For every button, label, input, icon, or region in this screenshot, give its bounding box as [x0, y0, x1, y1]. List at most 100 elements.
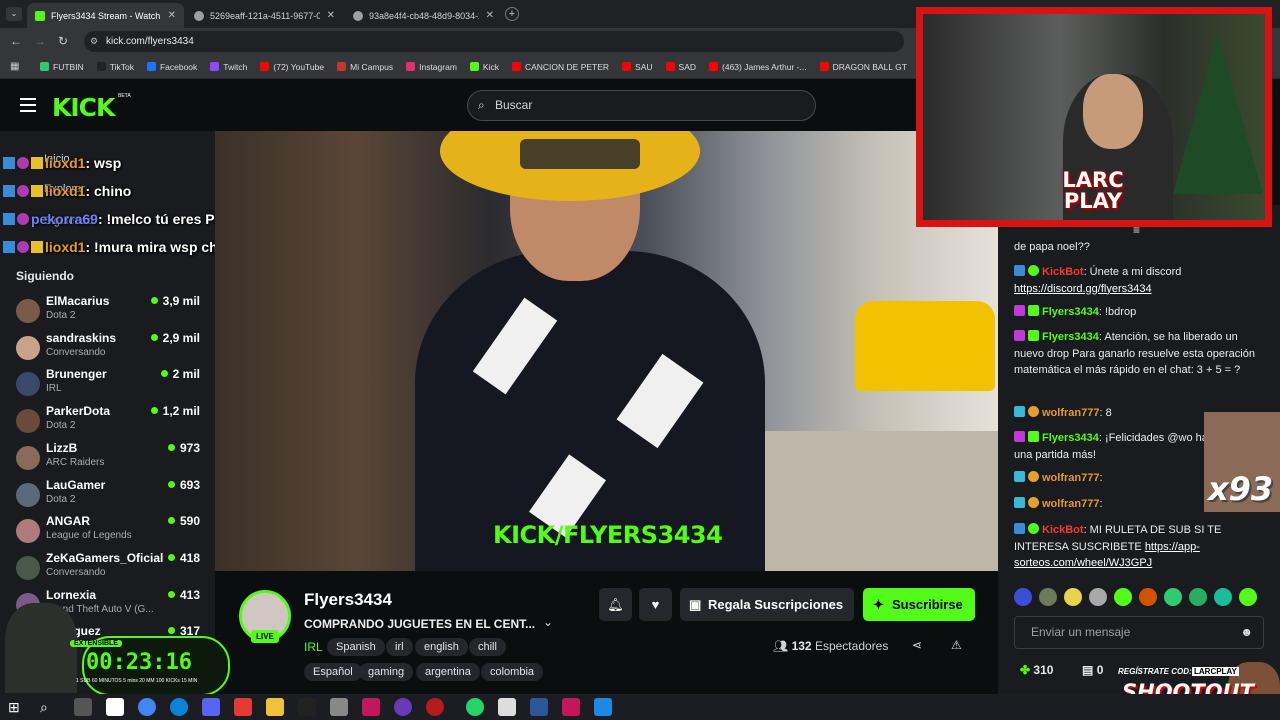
bookmark-item[interactable]: Kick [469, 62, 499, 72]
site-info-icon[interactable]: ⚙ [90, 31, 98, 52]
subscribe-button[interactable]: ✦ Suscribirse [863, 588, 975, 621]
followed-channel[interactable]: LauGamer Dota 2 693 [16, 478, 206, 514]
kick-logo[interactable]: KICK [52, 93, 115, 122]
emote-icon[interactable] [1214, 588, 1232, 606]
word-icon[interactable] [530, 698, 548, 716]
followed-channel[interactable]: Brunenger IRL 2 mil [16, 367, 206, 403]
gift-subscriptions-button[interactable]: ▣ Regala Suscripciones [680, 588, 854, 621]
chat-username[interactable]: Flyers3434 [1042, 306, 1099, 318]
emote-icon[interactable] [1164, 588, 1182, 606]
followed-channel[interactable]: ParkerDota Dota 2 1,2 mil [16, 404, 206, 440]
followed-channel[interactable]: sandraskins Conversando 2,9 mil [16, 331, 206, 367]
emote-icon[interactable] [1089, 588, 1107, 606]
search-input[interactable]: ⌕ Buscar [467, 90, 816, 121]
overlay-chat-user: lioxd1 [45, 183, 86, 199]
emote-icon[interactable] [1064, 588, 1082, 606]
chat-username[interactable]: wolfran777 [1042, 407, 1099, 419]
close-tab-icon[interactable]: ✕ [168, 10, 176, 21]
share-icon[interactable]: ⋖ [912, 638, 922, 652]
bookmark-item[interactable]: TikTok [96, 62, 134, 72]
windows-start-icon[interactable]: ⊞ [8, 698, 26, 716]
address-bar[interactable]: ⚙ kick.com/flyers3434 [84, 31, 904, 52]
streamer-name[interactable]: Flyers3434 [304, 590, 392, 610]
tag[interactable]: chill [469, 638, 506, 656]
bookmark-item[interactable]: (72) YouTube [260, 62, 324, 72]
bookmark-item[interactable]: SAU [622, 62, 653, 72]
chat-username[interactable]: wolfran777 [1042, 472, 1099, 484]
bookmark-item[interactable]: CANCION DE PETER [511, 62, 609, 72]
bookmark-item[interactable]: (463) James Arthur -... [709, 62, 807, 72]
app-icon[interactable] [594, 698, 612, 716]
edge-icon[interactable] [170, 698, 188, 716]
tag[interactable]: irl [386, 638, 413, 656]
whatsapp-icon[interactable] [466, 698, 484, 716]
channel-points[interactable]: ✤ 310 [1020, 663, 1053, 677]
emote-icon[interactable] [1139, 588, 1157, 606]
chat-username[interactable]: wolfran777 [1042, 498, 1099, 510]
close-tab-icon[interactable]: ✕ [486, 10, 494, 21]
tab-3[interactable]: 93a8e4f4-cb48-48d9-8034-23 ✕ [345, 3, 502, 28]
emote-icon[interactable] [1014, 588, 1032, 606]
video-player[interactable]: KICK/FLYERS3434 [215, 131, 998, 571]
task-view-icon[interactable] [74, 698, 92, 716]
tag[interactable]: Spanish [327, 638, 385, 656]
notification-bell-button[interactable]: 🔔︎ [599, 588, 632, 621]
bookmark-item[interactable]: DRAGON BALL GT [819, 62, 907, 72]
app-icon[interactable] [106, 698, 124, 716]
emote-icon[interactable] [1114, 588, 1132, 606]
emote-icon[interactable] [1189, 588, 1207, 606]
chat-username[interactable]: Flyers3434 [1042, 331, 1099, 343]
emote-icon[interactable] [1039, 588, 1057, 606]
chat-link[interactable]: https://discord.gg/flyers3434 [1014, 283, 1152, 295]
bookmark-item[interactable]: SAD [665, 62, 696, 72]
bookmark-item[interactable]: Instagram [406, 62, 457, 72]
tag[interactable]: argentina [416, 663, 480, 681]
youtube-music-icon[interactable] [234, 698, 252, 716]
chat-input[interactable]: Enviar un mensaje ☻ [1014, 616, 1264, 649]
chevron-down-icon[interactable]: ⌄ [543, 615, 553, 629]
bookmark-item[interactable]: Mi Campus [337, 62, 393, 72]
app-icon[interactable] [362, 698, 380, 716]
menu-icon[interactable] [20, 98, 36, 112]
bookmark-item[interactable]: FUTBIN [40, 62, 84, 72]
followed-channel[interactable]: ElMacarius Dota 2 3,9 mil [16, 294, 206, 330]
forward-icon[interactable]: → [34, 34, 46, 48]
stream-category[interactable]: IRL [304, 640, 323, 654]
obs-icon[interactable] [394, 698, 412, 716]
followed-channel[interactable]: ANGAR League of Legends 590 [16, 514, 206, 550]
app-icon[interactable] [426, 698, 444, 716]
app-icon[interactable] [298, 698, 316, 716]
bookmark-item[interactable]: Twitch [210, 62, 247, 72]
new-tab-button[interactable]: + [505, 7, 519, 21]
file-explorer-icon[interactable] [266, 698, 284, 716]
chrome-icon[interactable] [138, 698, 156, 716]
reload-icon[interactable]: ↻ [58, 34, 68, 48]
app-icon[interactable] [330, 698, 348, 716]
chat-settings-icon[interactable]: ≡ [1133, 223, 1140, 237]
tag[interactable]: Español [304, 663, 362, 681]
followed-channel[interactable]: ZeKaGamers_Oficial Conversando 418 [16, 551, 206, 587]
back-icon[interactable]: ← [10, 34, 22, 48]
search-icon[interactable]: ⌕ [40, 698, 58, 716]
tag[interactable]: colombia [481, 663, 544, 681]
bookmark-item[interactable]: Facebook [146, 62, 197, 72]
followed-channel[interactable]: LizzB ARC Raiders 973 [16, 441, 206, 477]
apps-grid-icon[interactable]: ▦ [10, 61, 19, 72]
chat-users[interactable]: ▤ 0 [1082, 663, 1103, 677]
calculator-icon[interactable] [498, 698, 516, 716]
chat-username[interactable]: Flyers3434 [1042, 432, 1099, 444]
tab-search-button[interactable]: ⌄ [6, 7, 22, 21]
chat-username[interactable]: KickBot [1042, 266, 1084, 278]
tag[interactable]: english [415, 638, 468, 656]
discord-icon[interactable] [202, 698, 220, 716]
follow-heart-button[interactable]: ♥ [639, 588, 672, 621]
emoji-icon[interactable]: ☻ [1240, 617, 1253, 648]
app-icon[interactable] [562, 698, 580, 716]
tab-2[interactable]: 5269eaff-121a-4511-9677-08b ✕ [186, 3, 343, 28]
chat-username[interactable]: KickBot [1042, 524, 1084, 536]
tag[interactable]: gaming [359, 663, 414, 681]
close-tab-icon[interactable]: ✕ [327, 10, 335, 21]
emote-icon[interactable] [1239, 588, 1257, 606]
report-warning-icon[interactable]: ⚠ [951, 638, 962, 652]
tab-kick-stream[interactable]: Flyers3434 Stream - Watch Live ✕ [27, 3, 184, 28]
